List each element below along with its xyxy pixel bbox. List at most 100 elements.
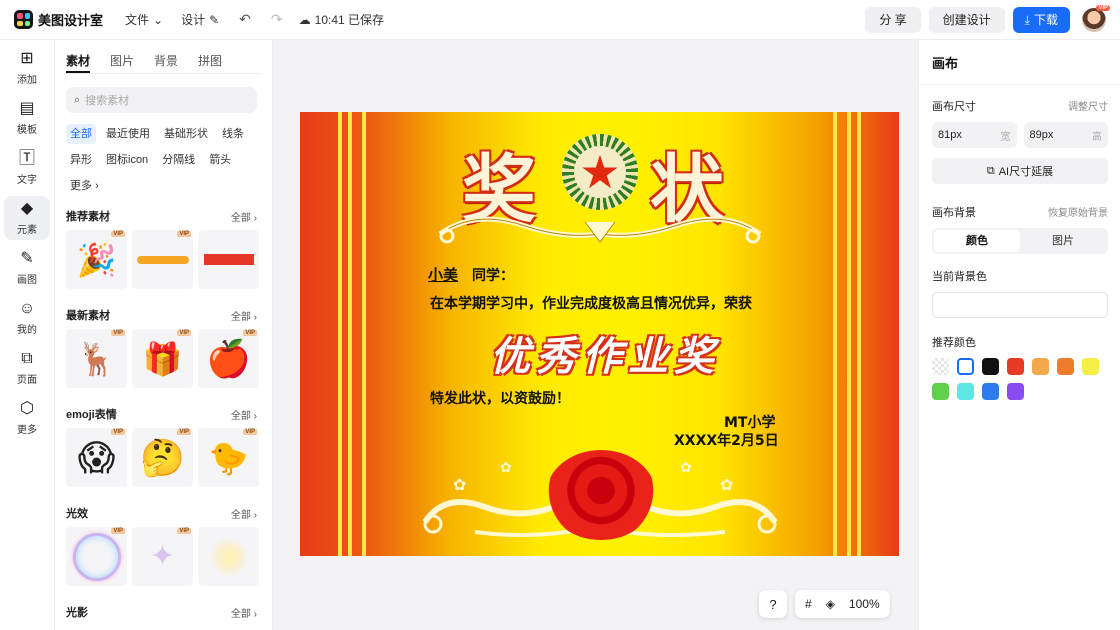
color-swatches (932, 358, 1120, 400)
share-button[interactable]: 分 享 (865, 6, 921, 33)
height-field[interactable]: 89px 高 (1023, 122, 1108, 148)
bg-color-tab[interactable]: 颜色 (934, 230, 1020, 252)
tab-material[interactable]: 素材 (66, 52, 91, 73)
bubble-thumb[interactable]: VIP (66, 527, 127, 586)
see-all-link[interactable]: 全部 › (231, 308, 257, 323)
tabs-divider (66, 73, 261, 74)
swatch-transparent[interactable] (932, 358, 949, 375)
cloud-icon: ☁ (298, 12, 311, 27)
svg-text:✿: ✿ (500, 462, 512, 475)
nav-template-label: 模板 (17, 125, 37, 136)
red-bar-thumb[interactable] (198, 230, 259, 289)
current-bg-color-field[interactable] (932, 292, 1108, 318)
swatch-white[interactable] (957, 358, 974, 375)
party-popper-thumb[interactable]: 🎉 VIP (66, 230, 127, 289)
swatch-blue[interactable] (982, 383, 999, 400)
ai-extend-label: AI尺寸延展 (998, 166, 1054, 178)
adjust-size-link[interactable]: 调整尺寸 (1068, 98, 1108, 114)
chip-recent[interactable]: 最近使用 (102, 124, 154, 144)
nav-more[interactable]: ⬡ 更多 (4, 396, 50, 440)
sparkle-thumb[interactable]: ✦ VIP (132, 527, 193, 586)
see-all-link[interactable]: 全部 › (231, 506, 257, 521)
grid-icon[interactable]: # (805, 597, 812, 611)
swatch-red[interactable] (1007, 358, 1024, 375)
redo-icon[interactable]: ↷ (271, 11, 283, 28)
nav-draw[interactable]: ✎ 画图 (4, 246, 50, 290)
see-all-link[interactable]: 全部 › (231, 605, 257, 620)
sparkle-glyph: ✦ (149, 540, 176, 573)
download-button[interactable]: ⤓ 下载 (1012, 6, 1070, 33)
chip-more[interactable]: 更多 › (66, 176, 103, 196)
section-title: 光影 (66, 607, 88, 619)
chip-arrows[interactable]: 箭头 (205, 150, 235, 170)
vip-badge: VIP (243, 429, 257, 435)
swatch-light-orange[interactable] (1032, 358, 1049, 375)
sleigh-thumb[interactable]: 🦌 VIP (66, 329, 127, 388)
text-icon: 🅃 (18, 150, 35, 167)
layers-icon[interactable]: ◈ (826, 597, 835, 611)
avatar[interactable]: VIP (1082, 4, 1110, 32)
app-name: 美图设计室 (38, 13, 104, 28)
gift-thumb[interactable]: 🎁 VIP (132, 329, 193, 388)
tab-background[interactable]: 背景 (154, 52, 178, 73)
undo-icon[interactable]: ↶ (239, 11, 251, 28)
nav-add-label: 添加 (17, 75, 37, 86)
design-menu[interactable]: 设计 ✎ (181, 11, 219, 28)
search-input[interactable]: ⌕ 搜索素材 (66, 87, 257, 113)
left-stripe (338, 112, 342, 556)
tab-image[interactable]: 图片 (110, 52, 134, 73)
nav-template[interactable]: ▤ 模板 (4, 96, 50, 140)
swatch-yellow[interactable] (1082, 358, 1099, 375)
section-title: 推荐素材 (66, 211, 110, 223)
create-design-button[interactable]: 创建设计 (928, 6, 1005, 33)
see-all-link[interactable]: 全部 › (231, 209, 257, 224)
save-status: ☁ 10:41 已保存 (299, 11, 384, 28)
current-bg-label: 当前背景色 (932, 271, 987, 283)
zoom-level[interactable]: 100% (849, 597, 880, 611)
chip-all[interactable]: 全部 (66, 124, 96, 144)
user-icon: ☺ (18, 300, 36, 317)
asset-tabs: 素材 图片 背景 拼图 (66, 52, 272, 73)
certificate-canvas[interactable]: 奖 ★ 状 小美 同学： 在本学期学习中，作业完成度极高且情况优异，荣获 优秀作… (300, 112, 899, 556)
top-scroll-ornament (438, 216, 762, 244)
swatch-green[interactable] (932, 383, 949, 400)
swatch-cyan[interactable] (957, 383, 974, 400)
brush-stroke-thumb[interactable]: VIP (132, 230, 193, 289)
peony-flower-image (546, 450, 656, 540)
nav-mine[interactable]: ☺ 我的 (4, 296, 50, 340)
chip-icons[interactable]: 图标icon (102, 150, 152, 170)
apple-thumb[interactable]: 🍎 VIP (198, 329, 259, 388)
vip-badge: VIP (177, 330, 191, 336)
width-field[interactable]: 81px 宽 (932, 122, 1017, 148)
swatch-purple[interactable] (1007, 383, 1024, 400)
help-button[interactable]: ? (759, 590, 787, 618)
glow-thumb[interactable] (198, 527, 259, 586)
ai-extend-button[interactable]: ⧉ AI尺寸延展 (932, 158, 1108, 184)
plus-square-icon: ⊞ (20, 50, 34, 67)
see-all-link[interactable]: 全部 › (231, 407, 257, 422)
section-new-header: 最新素材 全部 › (66, 305, 257, 325)
canvas-size-label: 画布尺寸 (932, 101, 976, 113)
chip-irregular[interactable]: 异形 (66, 150, 96, 170)
chip-lines[interactable]: 线条 (218, 124, 248, 144)
chip-dividers[interactable]: 分隔线 (158, 150, 199, 170)
nav-page[interactable]: ⧉ 页面 (4, 346, 50, 390)
file-menu[interactable]: 文件 ⌄ (125, 11, 163, 28)
app-logo[interactable]: 美图设计室 (14, 10, 103, 29)
swatch-black[interactable] (982, 358, 999, 375)
nav-text[interactable]: 🅃 文字 (4, 146, 50, 190)
chip-basic-shapes[interactable]: 基础形状 (160, 124, 212, 144)
bg-image-tab[interactable]: 图片 (1020, 230, 1106, 252)
download-label: 下载 (1033, 12, 1058, 27)
tab-collage[interactable]: 拼图 (198, 52, 222, 73)
yellow-stroke-shape (136, 255, 189, 264)
thinking-emoji-thumb[interactable]: 🤔 VIP (132, 428, 193, 487)
swatch-orange[interactable] (1057, 358, 1074, 375)
chick-emoji-thumb[interactable]: 🐤 VIP (198, 428, 259, 487)
nav-element[interactable]: ◆ 元素 (4, 196, 50, 240)
current-bg-row: 当前背景色 (932, 268, 1108, 284)
star-medal-icon: ★ (562, 134, 638, 210)
scream-emoji-thumb[interactable]: 😱 VIP (66, 428, 127, 487)
restore-bg-link[interactable]: 恢复原始背景 (1048, 204, 1108, 220)
nav-add[interactable]: ⊞ 添加 (4, 46, 50, 90)
